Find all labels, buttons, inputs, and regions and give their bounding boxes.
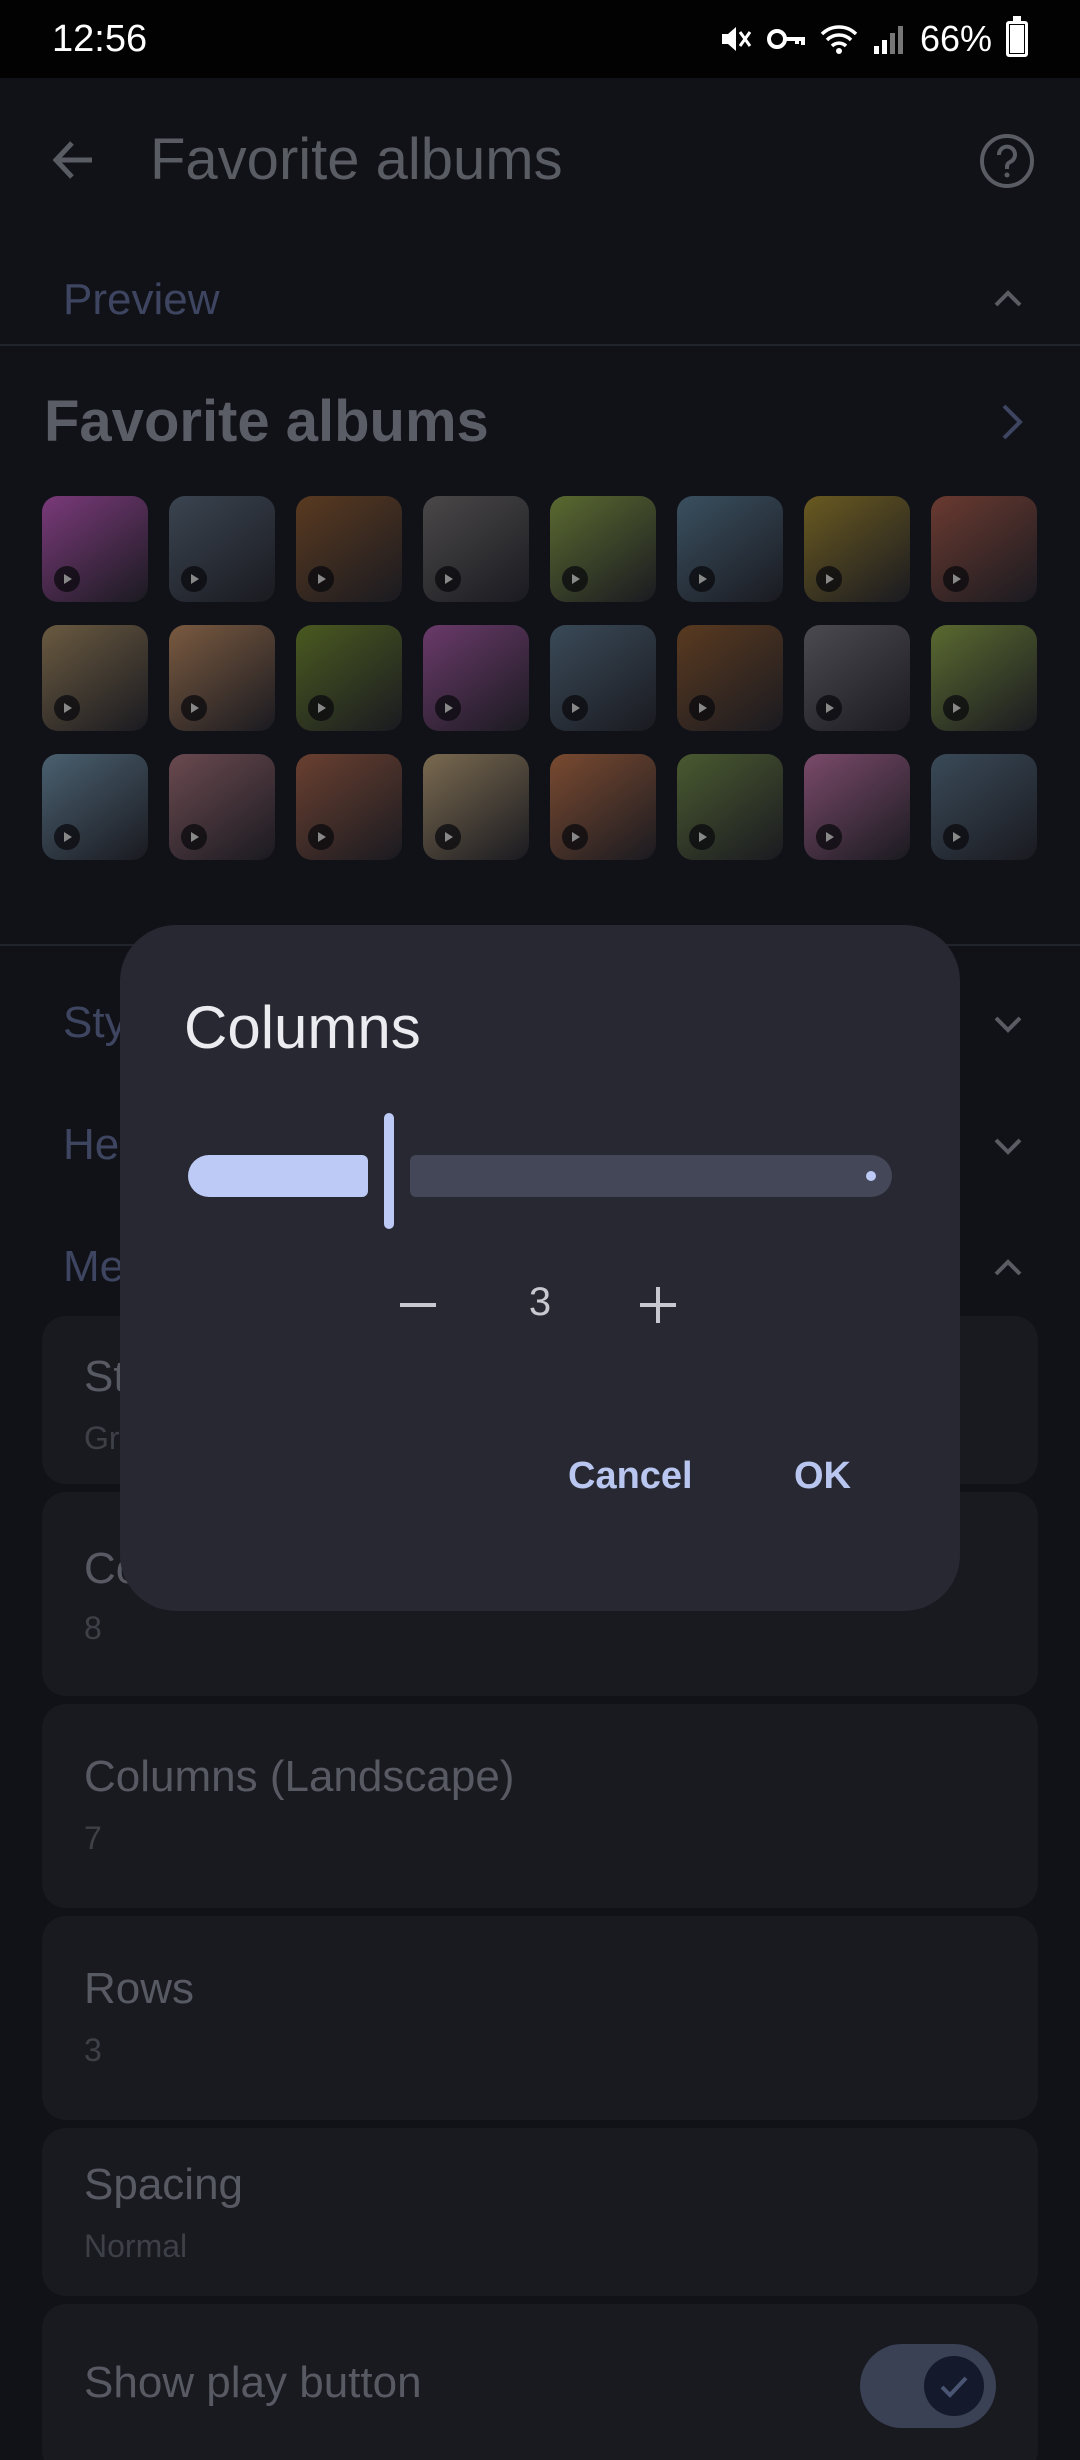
dialog-title: Columns bbox=[184, 994, 421, 1061]
minus-icon[interactable] bbox=[390, 1277, 446, 1333]
cancel-button[interactable]: Cancel bbox=[568, 1455, 693, 1498]
slider-thumb[interactable] bbox=[384, 1113, 394, 1229]
slider-inactive-track bbox=[410, 1155, 892, 1197]
stepper-value: 3 bbox=[528, 1280, 552, 1324]
columns-dialog: Columns 3 Cancel OK bbox=[120, 925, 960, 1611]
plus-icon[interactable] bbox=[630, 1277, 686, 1333]
columns-slider[interactable] bbox=[188, 1113, 892, 1229]
ok-button[interactable]: OK bbox=[794, 1455, 851, 1498]
slider-active-track bbox=[188, 1155, 368, 1197]
slider-stop-indicator bbox=[866, 1171, 876, 1181]
